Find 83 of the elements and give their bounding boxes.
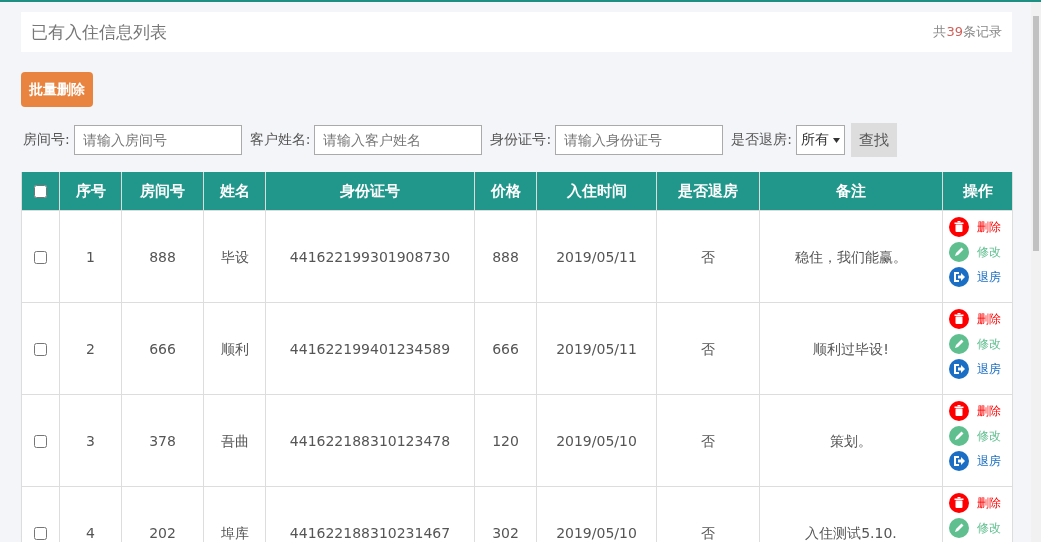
edit-link[interactable]: 修改 xyxy=(949,518,1012,538)
table-cell: 441622199301908730 xyxy=(289,248,451,265)
table-cell: 2019/05/10 xyxy=(556,432,637,449)
table-cell: 666 xyxy=(149,340,176,357)
table-cell: 2019/05/11 xyxy=(556,340,637,357)
table-cell: 埠库 xyxy=(220,524,249,541)
filter-label: 身份证号: xyxy=(490,131,552,149)
trash-icon xyxy=(949,309,969,329)
table-cell: 策划。 xyxy=(830,432,872,449)
table-cell: 888 xyxy=(149,248,176,265)
filter-label: 客户姓名: xyxy=(249,131,311,149)
filter-input[interactable]: 请输入房间号 xyxy=(73,125,242,155)
table-cell: 441622188310123478 xyxy=(289,432,451,449)
table-cell: 4 xyxy=(86,524,95,541)
batch-delete-button[interactable]: 批量删除 xyxy=(21,72,93,107)
table-cell: 顺利 xyxy=(220,340,249,357)
column-header: 价格 xyxy=(474,172,537,211)
select-all-checkbox[interactable] xyxy=(34,185,47,198)
table-cell: 441622188310231467 xyxy=(289,524,451,541)
column-header: 是否退房 xyxy=(656,172,760,211)
checkout-link[interactable]: 退房 xyxy=(949,451,1012,471)
row-checkbox[interactable] xyxy=(34,526,47,540)
row-checkbox[interactable] xyxy=(34,342,47,356)
row-checkbox[interactable] xyxy=(34,434,47,448)
column-header: 房间号 xyxy=(121,172,204,211)
table-cell: 120 xyxy=(492,432,519,449)
dropdown-caret-icon xyxy=(832,137,840,143)
edit-link[interactable]: 修改 xyxy=(949,334,1012,354)
table-cell: 吾曲 xyxy=(220,432,249,449)
exit-icon xyxy=(949,267,969,287)
scrollbar[interactable] xyxy=(1031,2,1041,542)
trash-icon xyxy=(949,401,969,421)
column-header: 身份证号 xyxy=(265,172,475,211)
column-header: 备注 xyxy=(759,172,943,211)
pencil-icon xyxy=(949,242,969,262)
edit-link[interactable]: 修改 xyxy=(949,426,1012,446)
row-checkbox[interactable] xyxy=(34,250,47,264)
delete-link[interactable]: 删除 xyxy=(949,309,1012,329)
edit-link[interactable]: 修改 xyxy=(949,242,1012,262)
status-select[interactable]: 所有 xyxy=(795,125,845,155)
scrollbar-thumb[interactable] xyxy=(1033,16,1039,251)
delete-link[interactable]: 删除 xyxy=(949,401,1012,421)
table-cell: 888 xyxy=(492,248,519,265)
table-cell: 441622199401234589 xyxy=(289,340,451,357)
table-cell: 否 xyxy=(701,524,715,541)
table-cell: 入住测试5.10. xyxy=(805,524,897,541)
table-cell: 稳住，我们能赢。 xyxy=(795,248,907,265)
table-cell: 3 xyxy=(86,432,95,449)
pencil-icon xyxy=(949,334,969,354)
filter-label: 房间号: xyxy=(23,131,70,149)
checkout-link[interactable]: 退房 xyxy=(949,267,1012,287)
pencil-icon xyxy=(949,518,969,538)
pencil-icon xyxy=(949,426,969,446)
column-header: 姓名 xyxy=(203,172,266,211)
table-cell: 2019/05/10 xyxy=(556,524,637,541)
search-button[interactable]: 查找 xyxy=(850,123,897,157)
column-header: 序号 xyxy=(59,172,122,211)
table-cell: 1 xyxy=(86,248,95,265)
delete-link[interactable]: 删除 xyxy=(949,493,1012,513)
filter-input[interactable]: 请输入客户姓名 xyxy=(314,125,483,155)
table-cell: 666 xyxy=(492,340,519,357)
panel-title: 已有入住信息列表 xyxy=(31,20,167,44)
record-count: 共39条记录 xyxy=(933,23,1002,41)
filter-input[interactable]: 请输入身份证号 xyxy=(555,125,724,155)
table-cell: 毕设 xyxy=(220,248,249,265)
table-cell: 302 xyxy=(492,524,519,541)
table-cell: 否 xyxy=(701,340,715,357)
table-cell: 2 xyxy=(86,340,95,357)
trash-icon xyxy=(949,217,969,237)
table-cell: 378 xyxy=(149,432,176,449)
delete-link[interactable]: 删除 xyxy=(949,217,1012,237)
table-cell: 202 xyxy=(149,524,176,541)
exit-icon xyxy=(949,451,969,471)
checkout-link[interactable]: 退房 xyxy=(949,359,1012,379)
table-cell: 2019/05/11 xyxy=(556,248,637,265)
column-header: 入住时间 xyxy=(536,172,657,211)
filter-label: 是否退房: xyxy=(731,131,792,149)
trash-icon xyxy=(949,493,969,513)
exit-icon xyxy=(949,359,969,379)
table-cell: 否 xyxy=(701,432,715,449)
table-cell: 否 xyxy=(701,248,715,265)
column-header: 操作 xyxy=(942,172,1013,211)
table-cell: 顺利过毕设! xyxy=(813,340,889,357)
